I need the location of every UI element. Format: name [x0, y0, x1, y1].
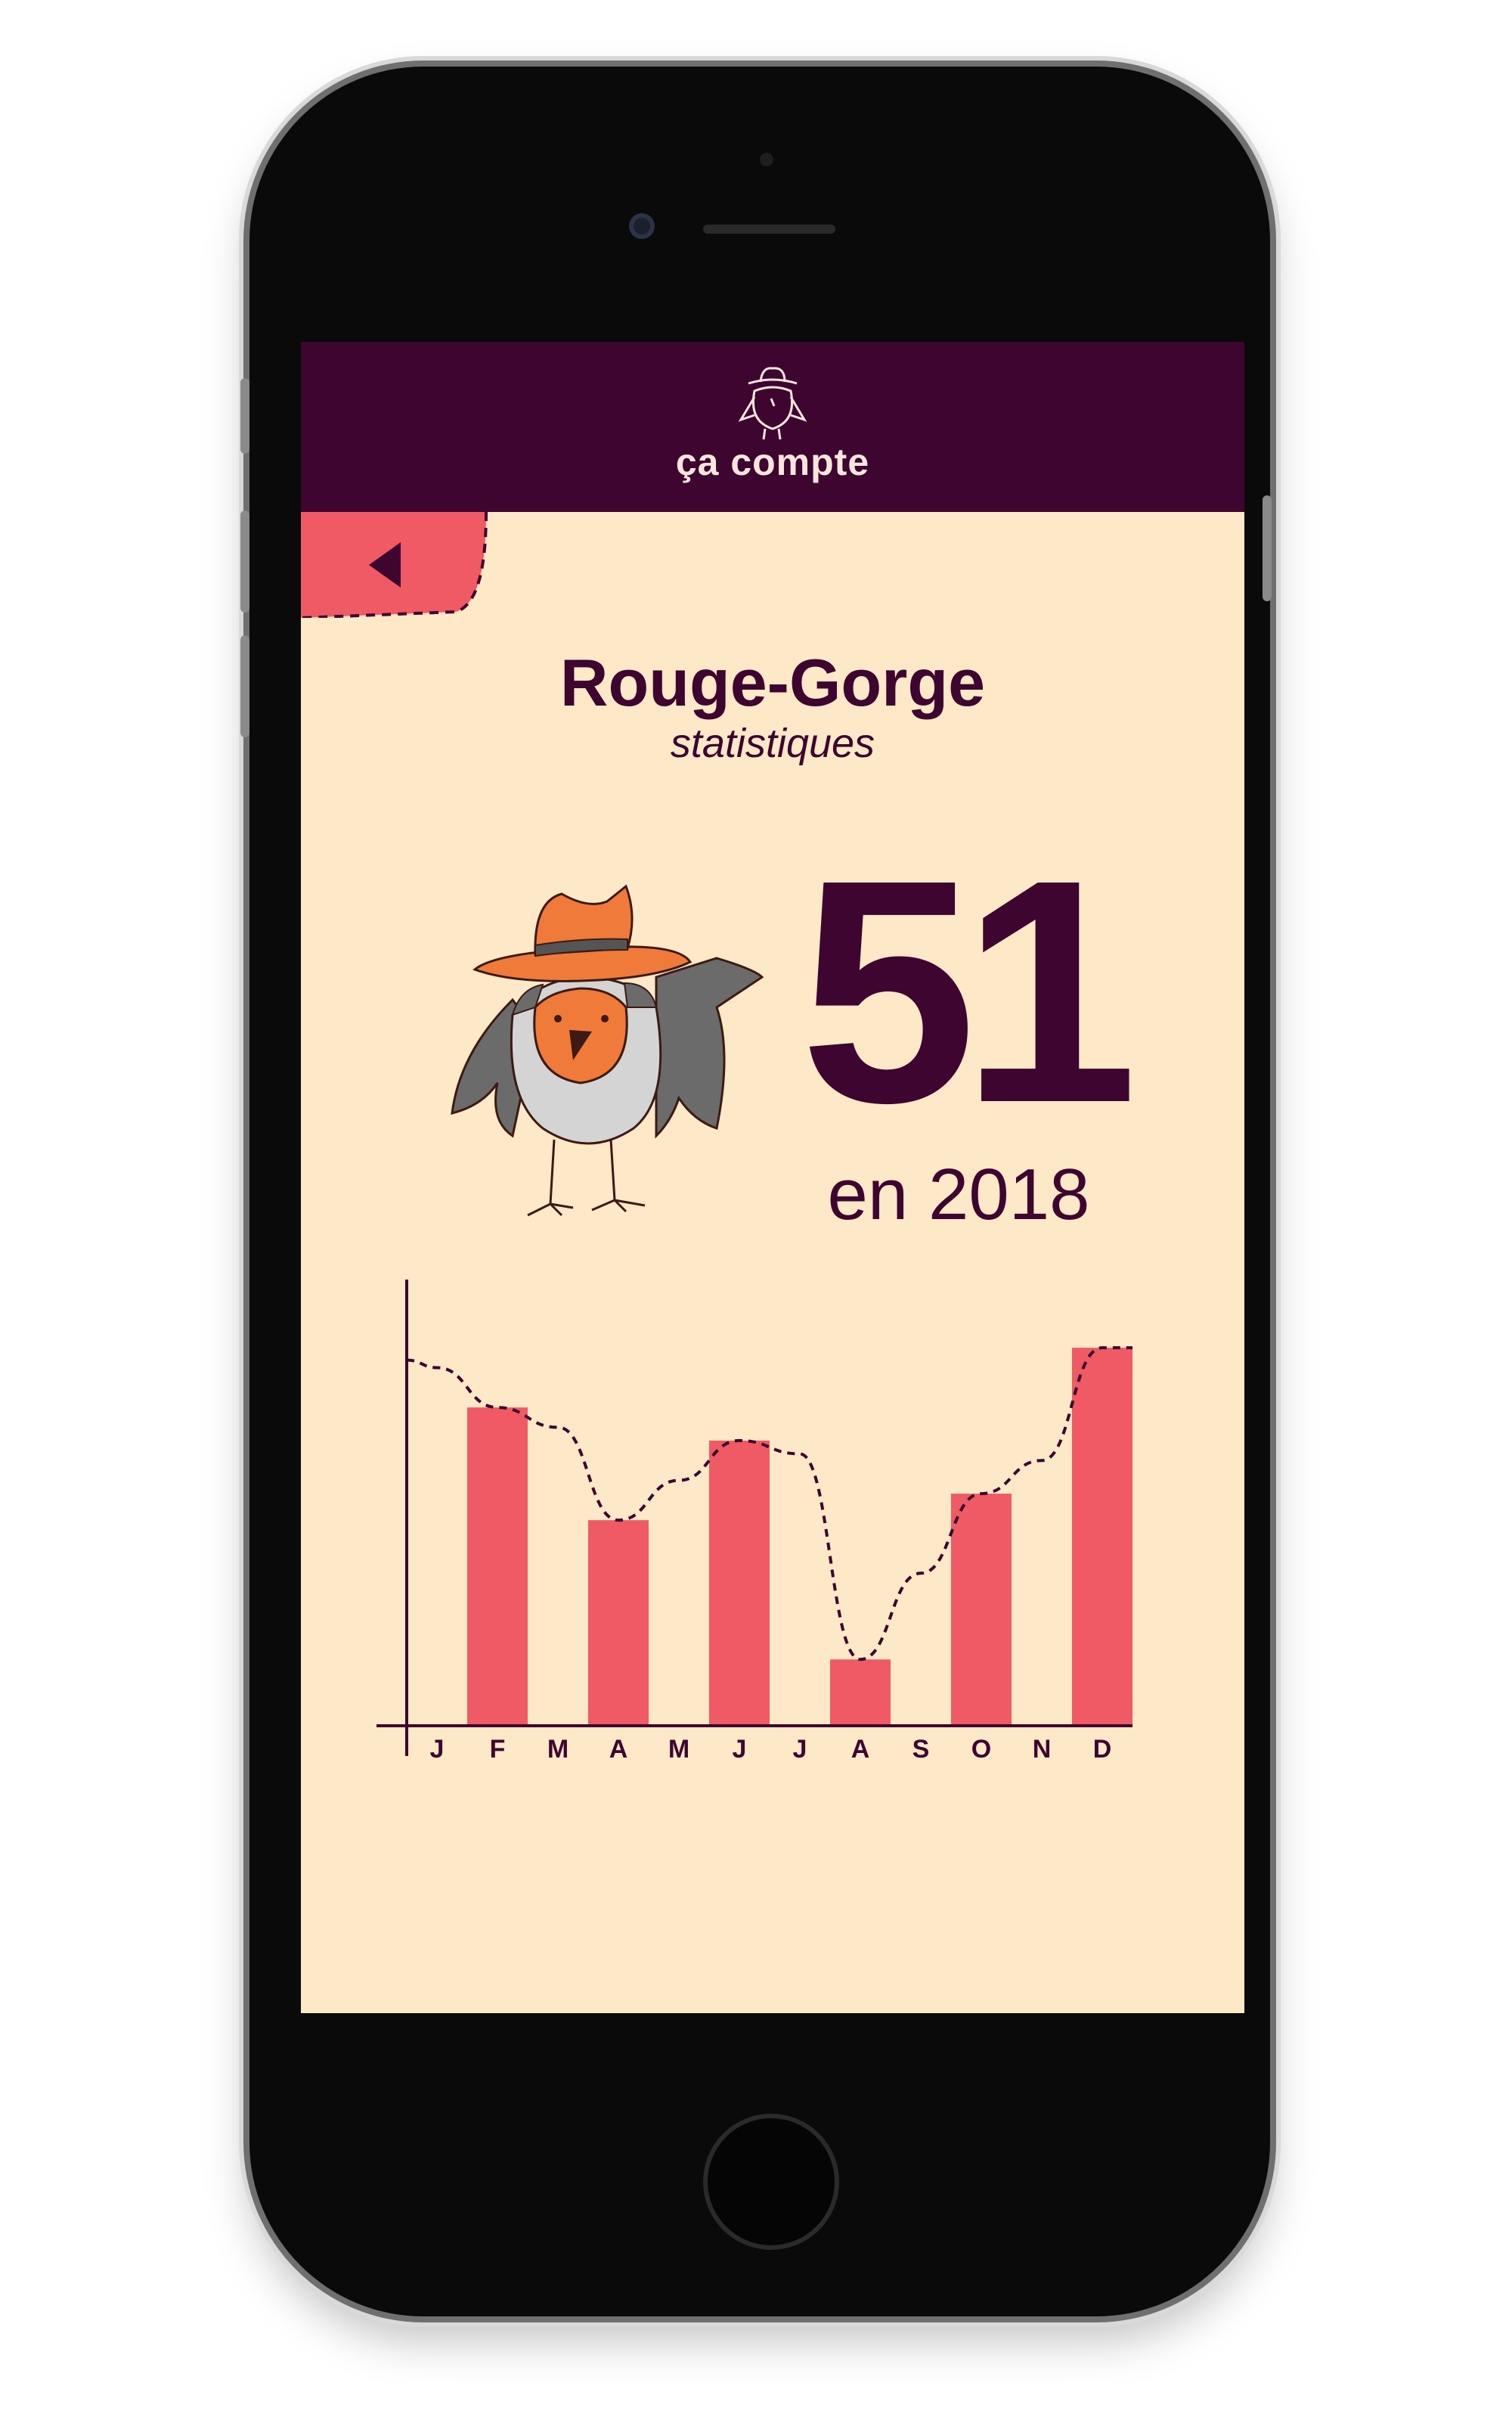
back-button[interactable]	[301, 512, 490, 618]
home-button[interactable]	[703, 2114, 839, 2250]
x-tick-label: O	[971, 1735, 991, 1764]
x-tick-label: J	[793, 1735, 807, 1764]
bar-5	[709, 1440, 770, 1726]
year-label: en 2018	[827, 1154, 1090, 1235]
robin-illustration	[451, 884, 764, 1217]
app-title: ça compte	[675, 441, 870, 483]
x-tick-label: N	[1033, 1735, 1052, 1764]
page-subtitle: statistiques	[670, 721, 875, 766]
annual-count: 51	[800, 814, 1138, 1169]
x-tick-label: A	[609, 1735, 628, 1764]
earpiece-speaker	[703, 225, 835, 234]
bar-11	[1072, 1348, 1132, 1726]
bar-1	[467, 1407, 528, 1726]
proximity-sensor	[760, 153, 773, 166]
app-screen: ça compte Rouge-Gorge statistiques 51 en…	[301, 342, 1244, 2013]
bar-7	[830, 1659, 891, 1726]
volume-down-button	[240, 635, 249, 737]
bar-9	[951, 1494, 1012, 1726]
x-tick-label: D	[1093, 1735, 1112, 1764]
app-header: ça compte	[301, 342, 1244, 512]
x-tick-label: M	[668, 1735, 689, 1764]
bar-3	[588, 1520, 649, 1726]
x-tick-label: J	[430, 1735, 445, 1764]
front-camera-icon	[629, 213, 655, 239]
x-tick-label: F	[490, 1735, 506, 1764]
x-tick-label: S	[912, 1735, 930, 1764]
species-name: Rouge-Gorge	[559, 645, 986, 720]
bird-logo-icon	[738, 367, 807, 440]
power-button	[1263, 495, 1272, 601]
volume-up-button	[240, 510, 249, 613]
x-tick-label: M	[547, 1735, 569, 1764]
monthly-bar-chart: JFMAMJJASOND	[376, 1280, 1132, 1764]
x-tick-label: J	[733, 1735, 747, 1764]
mute-switch	[240, 378, 249, 454]
x-tick-label: A	[851, 1735, 870, 1764]
